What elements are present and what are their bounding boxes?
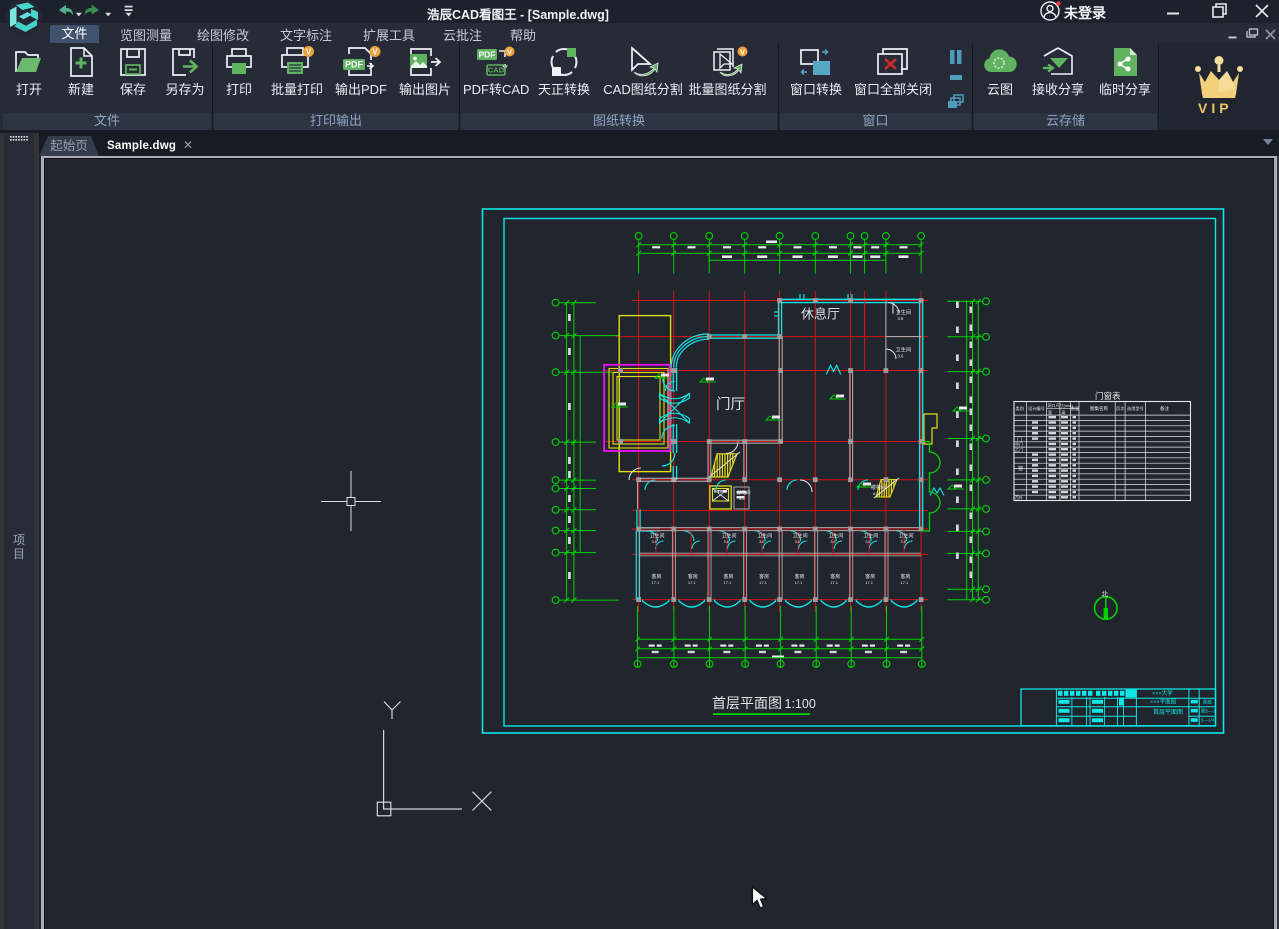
svg-text:V: V bbox=[372, 48, 378, 57]
svg-text:PDF: PDF bbox=[478, 50, 495, 60]
svg-text:V: V bbox=[506, 47, 511, 56]
svg-text:PDF: PDF bbox=[345, 60, 364, 70]
svg-text:V: V bbox=[306, 48, 312, 57]
svg-text:CAD: CAD bbox=[487, 66, 504, 75]
svg-text:V: V bbox=[739, 47, 744, 56]
